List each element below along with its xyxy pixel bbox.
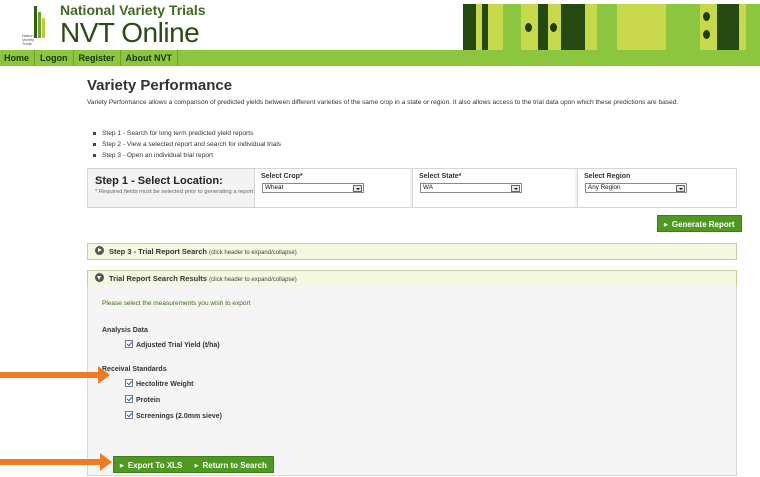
annotation-arrow [0,453,112,471]
step-item: Step 1 - Search for long term predicted … [93,128,281,139]
step3-title: Step 3 - Trial Report Search [109,247,207,256]
state-select[interactable]: WA [420,183,522,193]
step-item: Step 3 - Open an individual trial report [93,150,281,161]
state-field: Select State* WA [412,169,575,207]
annotation-arrow [0,366,110,384]
triangle-right-icon: ▶ [664,222,668,228]
location-step: Step 1 - Select Location: * Required fie… [95,172,255,197]
brand-title: NVT Online [60,17,200,48]
brand-subtitle: National Variety Trials [60,2,206,18]
state-label: Select State* [419,173,462,180]
receival-heading: Receival Standards [102,366,167,373]
checkbox-checked-icon[interactable] [125,340,133,348]
results-hint: (click header to expand/collapse) [209,277,297,283]
intro-text: Variety Performance allows a comparison … [87,99,679,106]
region-select-value: Any Region [588,184,621,191]
header-banner [463,4,760,50]
region-select[interactable]: Any Region [585,183,687,193]
analysis-option[interactable]: Adjusted Trial Yield (t/ha) [125,340,220,350]
crop-field: Select Crop* Wheat [254,169,410,207]
crop-select[interactable]: Wheat [262,183,364,193]
results-panel-header[interactable]: Trial Report Search Results (click heade… [87,270,737,287]
receival-option[interactable]: Hectolitre Weight [125,379,193,389]
site-header: National Variety Trials National Variety… [0,0,760,50]
expand-icon [95,246,104,255]
step3-panel-header[interactable]: Step 3 - Trial Report Search (click head… [87,243,737,260]
location-note: * Required fields must be selected prior… [95,189,255,195]
region-field: Select Region Any Region [577,169,736,207]
step-item: Step 2 - View a selected report and sear… [93,139,281,150]
results-panel-body: Please select the measurements you wish … [87,286,737,476]
receival-option[interactable]: Screenings (2.0mm sieve) [125,411,222,421]
checkbox-checked-icon[interactable] [125,395,133,403]
logo-text: National Variety Trials [22,33,37,46]
nav-about[interactable]: About NVT [121,50,179,66]
location-title: Step 1 - Select Location: [95,175,223,187]
nav-home[interactable]: Home [0,50,36,66]
export-instruction: Please select the measurements you wish … [102,300,251,307]
nvt-logo[interactable]: National Variety Trials [22,6,48,46]
receival-option-label: Hectolitre Weight [136,381,194,388]
chevron-down-icon[interactable] [511,185,520,192]
crop-select-value: Wheat [265,184,284,191]
receival-option-label: Protein [136,397,161,404]
collapse-icon [95,273,104,282]
location-box: Step 1 - Select Location: * Required fie… [87,168,737,208]
nav-logon[interactable]: Logon [35,50,74,66]
results-title: Trial Report Search Results [109,274,207,283]
receival-option-label: Screenings (2.0mm sieve) [136,413,222,420]
return-search-label: Return to Search [202,461,267,470]
page-title: Variety Performance [87,77,233,94]
state-select-value: WA [423,184,433,191]
chevron-down-icon[interactable] [676,185,685,192]
triangle-right-icon: ▶ [120,463,124,469]
chevron-down-icon[interactable] [353,185,362,192]
checkbox-checked-icon[interactable] [125,411,133,419]
main-nav: Home Logon Register About NVT [0,50,760,66]
generate-report-label: Generate Report [671,220,735,229]
generate-report-button[interactable]: ▶ Generate Report [657,215,742,232]
step3-hint: (click header to expand/collapse) [209,250,297,256]
checkbox-checked-icon[interactable] [125,379,133,387]
crop-label: Select Crop* [261,173,303,180]
region-label: Select Region [584,173,631,180]
analysis-option-label: Adjusted Trial Yield (t/ha) [136,342,220,349]
nav-register[interactable]: Register [74,50,121,66]
export-xls-button[interactable]: ▶ Export To XLS ▶ Return to Search [113,456,274,473]
export-xls-label: Export To XLS [127,461,183,470]
analysis-heading: Analysis Data [102,327,148,334]
steps-list: Step 1 - Search for long term predicted … [93,128,281,161]
triangle-right-icon: ▶ [194,463,199,469]
receival-option[interactable]: Protein [125,395,160,405]
